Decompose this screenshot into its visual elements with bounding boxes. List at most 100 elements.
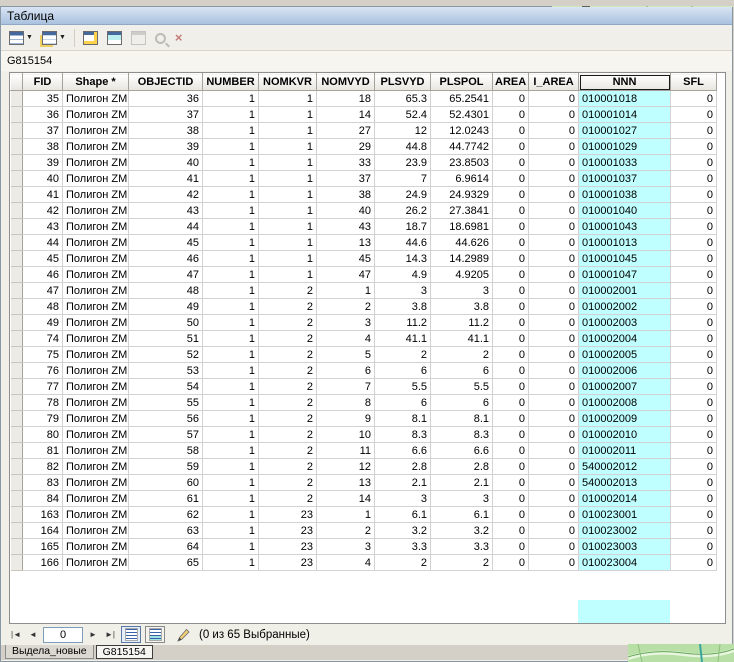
cell-sfl[interactable]: 0 [671, 395, 717, 411]
cell-plspol[interactable]: 6.9614 [431, 171, 493, 187]
cell-fid[interactable]: 38 [23, 139, 63, 155]
cell-plspol[interactable]: 3.8 [431, 299, 493, 315]
cell-nomvyd[interactable]: 6 [317, 363, 375, 379]
cell-area[interactable]: 0 [493, 379, 529, 395]
cell-area[interactable]: 0 [493, 395, 529, 411]
cell-shape[interactable]: Полигон ZM [63, 123, 129, 139]
cell-objectid[interactable]: 62 [129, 507, 203, 523]
cell-nnn[interactable]: 540002012 [579, 459, 671, 475]
cell-nomvyd[interactable]: 13 [317, 475, 375, 491]
cell-plspol[interactable]: 6.6 [431, 443, 493, 459]
cell-fid[interactable]: 78 [23, 395, 63, 411]
cell-area[interactable]: 0 [493, 171, 529, 187]
cell-plsvyd[interactable]: 3.2 [375, 523, 431, 539]
cell-plsvyd[interactable]: 3 [375, 283, 431, 299]
cell-fid[interactable]: 36 [23, 107, 63, 123]
cell-sfl[interactable]: 0 [671, 427, 717, 443]
cell-objectid[interactable]: 40 [129, 155, 203, 171]
cell-nnn[interactable]: 010023001 [579, 507, 671, 523]
cell-i-area[interactable]: 0 [529, 459, 579, 475]
cell-sfl[interactable]: 0 [671, 411, 717, 427]
cell-shape[interactable]: Полигон ZM [63, 363, 129, 379]
cell-objectid[interactable]: 37 [129, 107, 203, 123]
cell-plsvyd[interactable]: 3 [375, 491, 431, 507]
cell-sfl[interactable]: 0 [671, 507, 717, 523]
cell-plspol[interactable]: 23.8503 [431, 155, 493, 171]
cell-fid[interactable]: 163 [23, 507, 63, 523]
cell-plsvyd[interactable]: 18.7 [375, 219, 431, 235]
cell-number[interactable]: 1 [203, 107, 259, 123]
cell-fid[interactable]: 81 [23, 443, 63, 459]
column-header-plsvyd[interactable]: PLSVYD [375, 74, 431, 91]
cell-nomvyd[interactable]: 2 [317, 523, 375, 539]
cell-sfl[interactable]: 0 [671, 347, 717, 363]
cell-nnn[interactable]: 010001018 [579, 91, 671, 107]
cell-area[interactable]: 0 [493, 331, 529, 347]
cell-plsvyd[interactable]: 52.4 [375, 107, 431, 123]
cell-shape[interactable]: Полигон ZM [63, 475, 129, 491]
cell-i-area[interactable]: 0 [529, 235, 579, 251]
cell-shape[interactable]: Полигон ZM [63, 411, 129, 427]
cell-nomvyd[interactable]: 9 [317, 411, 375, 427]
cell-plspol[interactable]: 6 [431, 363, 493, 379]
row-selector[interactable] [11, 139, 23, 155]
cell-plspol[interactable]: 8.1 [431, 411, 493, 427]
cell-plspol[interactable]: 11.2 [431, 315, 493, 331]
cell-area[interactable]: 0 [493, 139, 529, 155]
cell-number[interactable]: 1 [203, 427, 259, 443]
cell-i-area[interactable]: 0 [529, 187, 579, 203]
cell-nomkvr[interactable]: 23 [259, 555, 317, 571]
row-selector[interactable] [11, 235, 23, 251]
cell-plspol[interactable]: 44.7742 [431, 139, 493, 155]
cell-plsvyd[interactable]: 6.6 [375, 443, 431, 459]
cell-sfl[interactable]: 0 [671, 187, 717, 203]
cell-shape[interactable]: Полигон ZM [63, 107, 129, 123]
cell-plsvyd[interactable]: 5.5 [375, 379, 431, 395]
cell-number[interactable]: 1 [203, 123, 259, 139]
cell-objectid[interactable]: 61 [129, 491, 203, 507]
cell-plsvyd[interactable]: 23.9 [375, 155, 431, 171]
cell-nnn[interactable]: 010002004 [579, 331, 671, 347]
cell-sfl[interactable]: 0 [671, 491, 717, 507]
cell-nnn[interactable]: 010002007 [579, 379, 671, 395]
cell-nomvyd[interactable]: 1 [317, 283, 375, 299]
cell-nnn[interactable]: 010023004 [579, 555, 671, 571]
cell-shape[interactable]: Полигон ZM [63, 427, 129, 443]
cell-plspol[interactable]: 24.9329 [431, 187, 493, 203]
switch-selection-button[interactable] [104, 28, 125, 48]
cell-nomvyd[interactable]: 33 [317, 155, 375, 171]
cell-plspol[interactable]: 41.1 [431, 331, 493, 347]
cell-nomkvr[interactable]: 2 [259, 427, 317, 443]
cell-nomvyd[interactable]: 7 [317, 379, 375, 395]
cell-plspol[interactable]: 3 [431, 491, 493, 507]
cell-sfl[interactable]: 0 [671, 475, 717, 491]
cell-objectid[interactable]: 41 [129, 171, 203, 187]
cell-fid[interactable]: 47 [23, 283, 63, 299]
cell-area[interactable]: 0 [493, 283, 529, 299]
cell-fid[interactable]: 80 [23, 427, 63, 443]
row-selector[interactable] [11, 267, 23, 283]
cell-area[interactable]: 0 [493, 219, 529, 235]
cell-nnn[interactable]: 010002008 [579, 395, 671, 411]
cell-nomkvr[interactable]: 23 [259, 523, 317, 539]
cell-shape[interactable]: Полигон ZM [63, 283, 129, 299]
cell-fid[interactable]: 42 [23, 203, 63, 219]
cell-objectid[interactable]: 58 [129, 443, 203, 459]
cell-i-area[interactable]: 0 [529, 123, 579, 139]
cell-sfl[interactable]: 0 [671, 363, 717, 379]
cell-i-area[interactable]: 0 [529, 91, 579, 107]
cell-objectid[interactable]: 52 [129, 347, 203, 363]
cell-number[interactable]: 1 [203, 507, 259, 523]
cell-nnn[interactable]: 010001037 [579, 171, 671, 187]
row-selector[interactable] [11, 395, 23, 411]
cell-area[interactable]: 0 [493, 443, 529, 459]
cell-nnn[interactable]: 010002002 [579, 299, 671, 315]
cell-fid[interactable]: 45 [23, 251, 63, 267]
cell-nomkvr[interactable]: 1 [259, 235, 317, 251]
row-selector[interactable] [11, 459, 23, 475]
cell-plspol[interactable]: 4.9205 [431, 267, 493, 283]
row-selector[interactable] [11, 219, 23, 235]
cell-plspol[interactable]: 27.3841 [431, 203, 493, 219]
cell-nnn[interactable]: 010001045 [579, 251, 671, 267]
cell-shape[interactable]: Полигон ZM [63, 235, 129, 251]
